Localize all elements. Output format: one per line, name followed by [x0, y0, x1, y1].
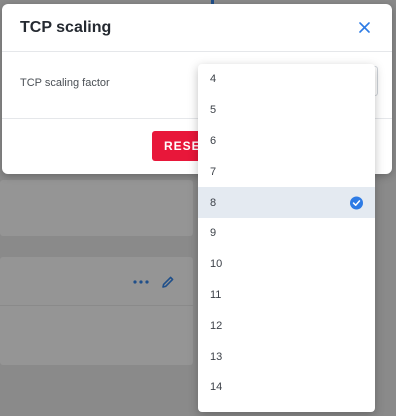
dropdown-option-selected[interactable]: 8 [198, 187, 375, 218]
option-label: 13 [210, 350, 223, 363]
option-label: 12 [210, 319, 223, 332]
modal-header: TCP scaling [2, 4, 392, 52]
more-icon[interactable] [132, 273, 150, 291]
dropdown-option[interactable]: 13 [198, 341, 375, 372]
background-card [0, 180, 193, 236]
option-label: 10 [210, 258, 223, 271]
dropdown-option[interactable]: 6 [198, 126, 375, 157]
edit-icon[interactable] [159, 273, 177, 291]
dropdown-option[interactable]: 7 [198, 156, 375, 187]
option-label: 6 [210, 134, 217, 147]
option-label: 7 [210, 165, 217, 178]
check-icon [350, 196, 363, 210]
background-divider [0, 305, 193, 306]
dropdown-option[interactable]: 10 [198, 249, 375, 280]
option-label: 14 [210, 381, 223, 394]
dropdown-option[interactable]: 12 [198, 310, 375, 341]
close-icon[interactable] [354, 18, 374, 38]
option-label: 9 [210, 227, 217, 240]
dropdown-option[interactable]: 9 [198, 218, 375, 249]
modal-title: TCP scaling [20, 18, 112, 36]
tcp-scaling-factor-label: TCP scaling factor [20, 77, 110, 89]
dropdown-option[interactable]: 4 [198, 64, 375, 95]
option-label: 5 [210, 104, 217, 117]
option-label: 8 [210, 196, 217, 209]
dropdown-option[interactable]: 11 [198, 280, 375, 311]
option-label: 11 [210, 288, 222, 301]
dropdown-option[interactable]: 14 [198, 372, 375, 403]
scaling-factor-dropdown: 4 5 6 7 8 9 10 11 12 13 14 [198, 64, 375, 412]
option-label: 4 [210, 73, 217, 86]
dropdown-option[interactable]: 5 [198, 95, 375, 126]
